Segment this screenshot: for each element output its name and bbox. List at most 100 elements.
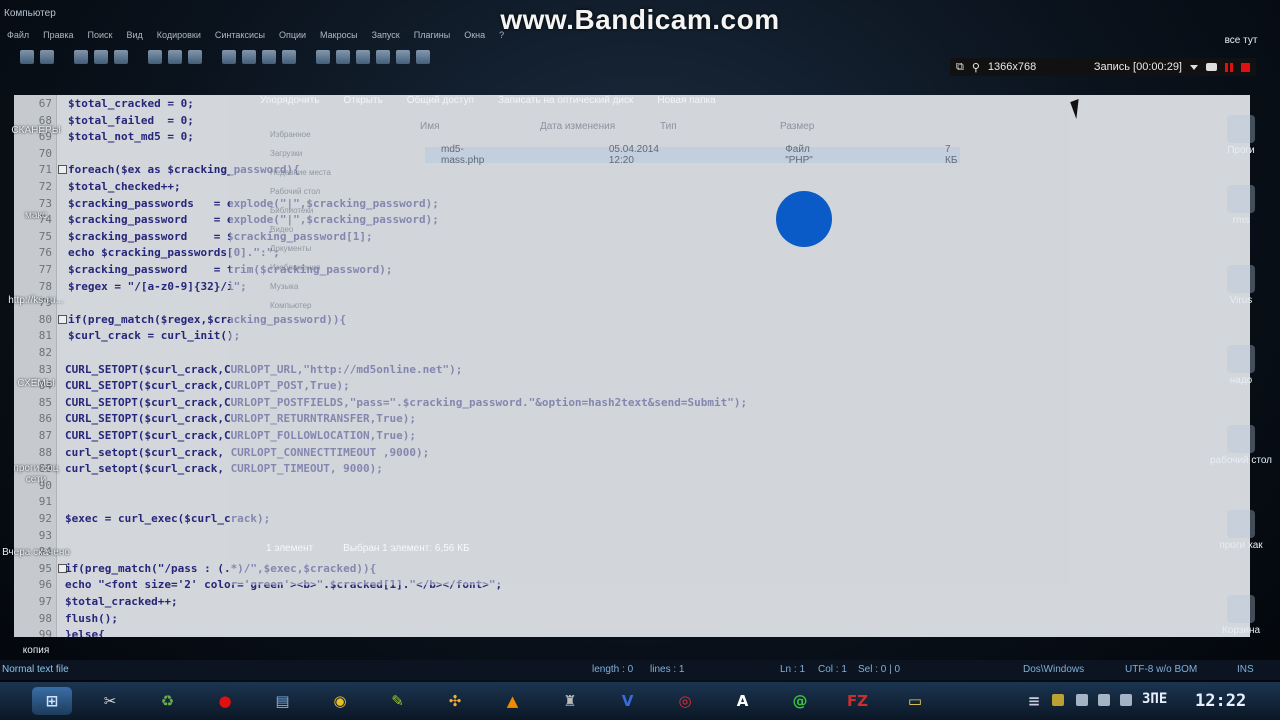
code-line[interactable]: 72 $total_checked++;: [14, 178, 1250, 195]
zoom-out-icon[interactable]: [282, 50, 296, 64]
dropdown-icon[interactable]: [1190, 64, 1198, 70]
record-icon[interactable]: ●: [211, 687, 239, 715]
mail-icon[interactable]: @: [786, 687, 814, 715]
code-line[interactable]: 78 $regex = "/[a-z0-9]{32}/i";: [14, 278, 1250, 295]
code-line[interactable]: 86 CURL_SETOPT($curl_crack,CURLOPT_RETURN…: [14, 410, 1250, 427]
find-icon[interactable]: [222, 50, 236, 64]
font-icon[interactable]: A: [729, 687, 757, 715]
virtualdub-icon[interactable]: V: [614, 687, 642, 715]
desktop-shortcut-label[interactable]: Вчера скачено: [2, 547, 70, 558]
stop-icon[interactable]: [1241, 62, 1250, 72]
desktop-shortcut[interactable]: все тут: [1206, 35, 1276, 46]
replace-icon[interactable]: [242, 50, 256, 64]
macro-play-icon[interactable]: [396, 50, 410, 64]
desktop-shortcut[interactable]: Virus: [1206, 265, 1276, 306]
fold-toggle-icon[interactable]: [58, 314, 67, 324]
desktop-shortcut-label[interactable]: проги соц сети: [2, 463, 70, 485]
fold-toggle-icon[interactable]: [58, 165, 67, 175]
code-line[interactable]: 95 if(preg_match("/pass : (.*)/",$exec,$c…: [14, 560, 1250, 577]
code-line[interactable]: 79: [14, 294, 1250, 311]
desktop-shortcut[interactable]: Корзина: [1206, 595, 1276, 636]
code-line[interactable]: 89 curl_setopt($curl_crack, CURLOPT_TIMEO…: [14, 460, 1250, 477]
search-icon[interactable]: ⚲: [972, 61, 980, 74]
code-line[interactable]: 98 flush();: [14, 610, 1250, 627]
print-icon[interactable]: [114, 50, 128, 64]
show-hidden-icon[interactable]: ≡: [1020, 687, 1048, 715]
start-button[interactable]: ⊞: [32, 687, 72, 715]
zoom-in-icon[interactable]: [262, 50, 276, 64]
language-indicator[interactable]: ЗПЕ: [1142, 691, 1167, 707]
code-line[interactable]: 85 CURL_SETOPT($curl_crack,CURLOPT_POSTFI…: [14, 394, 1250, 411]
save-all-icon[interactable]: [94, 50, 108, 64]
avast-icon[interactable]: ▲: [499, 687, 527, 715]
code-line[interactable]: 82: [14, 344, 1250, 361]
code-line[interactable]: 81 $curl_crack = curl_init();: [14, 327, 1250, 344]
code-line[interactable]: 96 echo "<font size='2' color='green'><b>…: [14, 576, 1250, 593]
code-line[interactable]: 75 $cracking_password = $cracking_passwor…: [14, 228, 1250, 245]
notepad-icon[interactable]: ▤: [269, 687, 297, 715]
macro-record-icon[interactable]: [356, 50, 370, 64]
macro-stop-icon[interactable]: [376, 50, 390, 64]
scissors-icon[interactable]: ✂: [96, 687, 124, 715]
folder-icon[interactable]: ▭: [901, 687, 929, 715]
notepadpp-icon[interactable]: ✎: [384, 687, 412, 715]
chrome-icon[interactable]: ◉: [326, 687, 354, 715]
code-editor[interactable]: 67 $total_cracked = 0; 68 $total_failed = 0…: [14, 95, 1250, 637]
desktop-shortcut[interactable]: rms: [1206, 185, 1276, 226]
shortcut-icon: [1227, 510, 1255, 538]
code-line[interactable]: 94: [14, 543, 1250, 560]
indent-icon[interactable]: [336, 50, 350, 64]
desktop-shortcut-label[interactable]: СКАНЕРЫ: [2, 125, 70, 136]
desktop-shortcut-label[interactable]: макс: [2, 210, 70, 221]
mediaget-icon[interactable]: ✣: [441, 687, 469, 715]
code-line[interactable]: 74 $cracking_password = explode("|",$crac…: [14, 211, 1250, 228]
code-line[interactable]: 90: [14, 477, 1250, 494]
copy-icon[interactable]: [168, 50, 182, 64]
code-line[interactable]: 91: [14, 493, 1250, 510]
code-line[interactable]: 77 $cracking_password = trim($cracking_pa…: [14, 261, 1250, 278]
code-line[interactable]: 99}else{: [14, 626, 1250, 637]
desktop-shortcut[interactable]: проги хак: [1206, 510, 1276, 551]
desktop-shortcut[interactable]: Проги: [1206, 115, 1276, 156]
camera-icon[interactable]: [1206, 63, 1217, 71]
tray-skull-icon[interactable]: [1052, 694, 1064, 706]
code-line[interactable]: 68 $total_failed = 0;: [14, 112, 1250, 129]
code-line[interactable]: 67 $total_cracked = 0;: [14, 95, 1250, 112]
code-line[interactable]: 70: [14, 145, 1250, 162]
new-file-icon[interactable]: [20, 50, 34, 64]
pause-icon[interactable]: [1225, 62, 1233, 72]
desktop-shortcut[interactable]: надо: [1206, 345, 1276, 386]
tray-volume-icon[interactable]: [1120, 694, 1132, 706]
line-number: 70: [38, 146, 52, 160]
code-line[interactable]: 83 CURL_SETOPT($curl_crack,CURLOPT_URL,"h…: [14, 361, 1250, 378]
code-line[interactable]: 97 $total_cracked++;: [14, 593, 1250, 610]
code-line[interactable]: 93: [14, 527, 1250, 544]
code-line[interactable]: 92 $exec = curl_exec($curl_crack);: [14, 510, 1250, 527]
code-line[interactable]: 76 echo $cracking_passwords[0].":";: [14, 244, 1250, 261]
open-file-icon[interactable]: [40, 50, 54, 64]
desktop-shortcut-label[interactable]: http://ks-ru...: [2, 295, 70, 306]
wot-icon[interactable]: ♜: [556, 687, 584, 715]
window-mode-icon[interactable]: ⧉: [956, 61, 964, 74]
code-line[interactable]: 71 foreach($ex as $cracking_password){: [14, 161, 1250, 178]
code-line[interactable]: 84 CURL_SETOPT($curl_crack,CURLOPT_POST,T…: [14, 377, 1250, 394]
tray-network-icon[interactable]: [1076, 694, 1088, 706]
wrap-icon[interactable]: [316, 50, 330, 64]
code-line[interactable]: 73 $cracking_passwords = explode("|",$cra…: [14, 195, 1250, 212]
recycle-icon[interactable]: ♻: [154, 687, 182, 715]
code-line[interactable]: 80 if(preg_match($regex,$cracking_passwor…: [14, 311, 1250, 328]
desktop-shortcut[interactable]: рабочий стол: [1206, 425, 1276, 466]
desktop-shortcut-label[interactable]: копия: [2, 645, 70, 656]
cut-icon[interactable]: [148, 50, 162, 64]
tray-signal-icon[interactable]: [1098, 694, 1110, 706]
save-icon[interactable]: [74, 50, 88, 64]
code-line[interactable]: 69 $total_not_md5 = 0;: [14, 128, 1250, 145]
filezilla-icon[interactable]: FZ: [844, 687, 872, 715]
clock[interactable]: 12:22: [1195, 691, 1246, 711]
spellcheck-icon[interactable]: [416, 50, 430, 64]
opera-icon[interactable]: ◎: [671, 687, 699, 715]
code-line[interactable]: 88 curl_setopt($curl_crack, CURLOPT_CONNE…: [14, 444, 1250, 461]
desktop-shortcut-label[interactable]: СХЕМЫ: [2, 378, 70, 389]
code-line[interactable]: 87 CURL_SETOPT($curl_crack,CURLOPT_FOLLOW…: [14, 427, 1250, 444]
paste-icon[interactable]: [188, 50, 202, 64]
